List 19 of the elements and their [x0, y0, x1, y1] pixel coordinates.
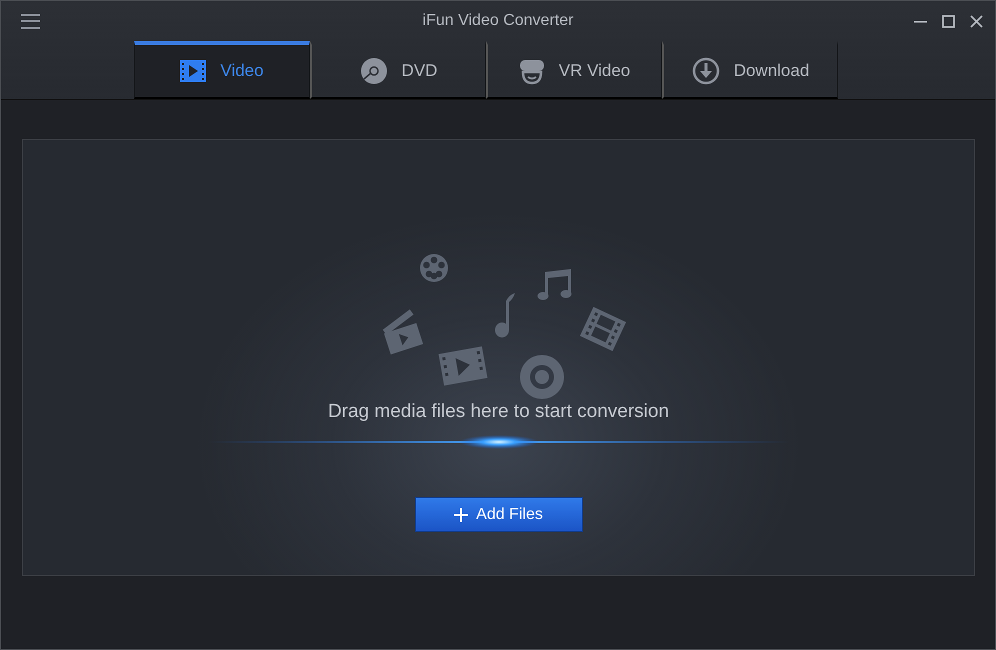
close-icon[interactable] [970, 14, 983, 28]
add-files-button[interactable]: Add Files [414, 497, 582, 532]
disc-icon [360, 57, 388, 85]
window-title: iFun Video Converter [422, 12, 574, 29]
music-note-icon [494, 293, 516, 338]
film-reel-icon [418, 253, 448, 283]
download-icon [692, 57, 720, 85]
vr-headset-icon [518, 57, 545, 85]
maximize-icon[interactable] [942, 14, 955, 28]
plus-icon [454, 508, 468, 522]
menu-icon[interactable] [21, 14, 40, 28]
drop-hint: Drag media files here to start conversion [328, 401, 670, 423]
video-icon [180, 60, 206, 82]
tab[interactable]: Download [662, 41, 838, 99]
tab[interactable]: VR Video [486, 41, 662, 99]
disc-icon [518, 354, 564, 400]
tab[interactable]: Video [134, 41, 310, 99]
music-notes-icon [536, 268, 572, 300]
tab[interactable]: DVD [310, 41, 486, 99]
